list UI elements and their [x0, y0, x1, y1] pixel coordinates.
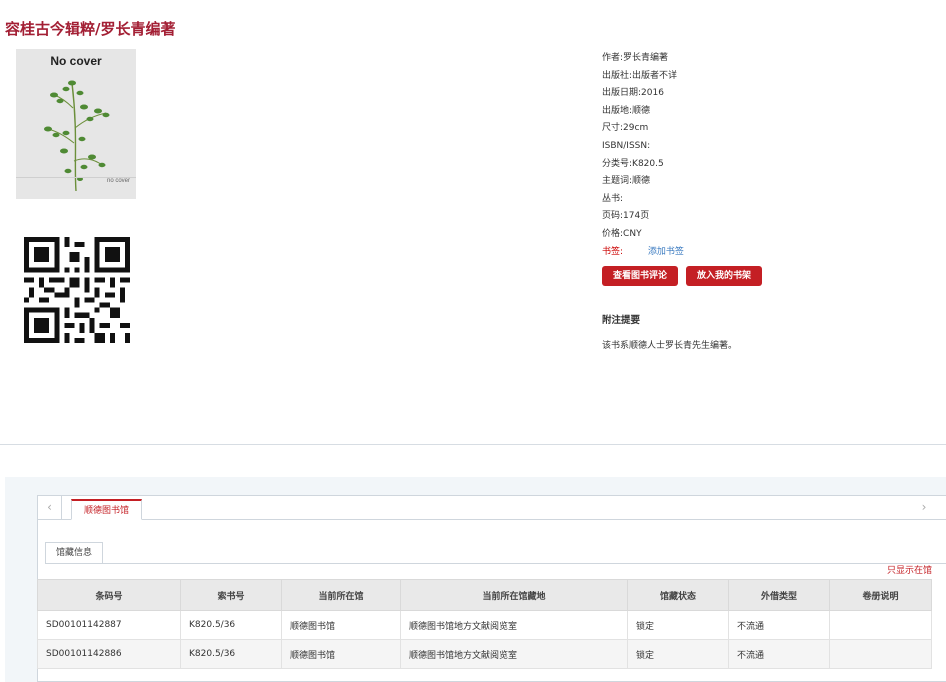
cell-call-number: K820.5/36	[180, 639, 282, 669]
col-barcode: 条码号	[37, 579, 181, 611]
cell-volume-note	[829, 610, 932, 640]
cell-status: 锁定	[627, 639, 729, 669]
tab-shunde-library[interactable]: 顺德图书馆	[71, 499, 143, 520]
holdings-panel: ‹ 顺德图书馆 › 馆藏信息 只显示在馆 条码号 索书号 当前所在馆 当前所在馆…	[37, 495, 946, 682]
bookmark-label: 书签:	[602, 246, 624, 257]
only-show-available-link[interactable]: 只显示在馆	[887, 563, 932, 576]
add-to-shelf-button[interactable]: 放入我的书架	[686, 266, 763, 286]
table-row: SD00101142887 K820.5/36 顺德图书馆 顺德图书馆地方文献阅…	[37, 610, 932, 640]
add-bookmark-link[interactable]: 添加书签	[648, 247, 684, 257]
col-call-number: 索书号	[180, 579, 282, 611]
view-reviews-button[interactable]: 查看图书评论	[602, 266, 679, 286]
col-current-library: 当前所在馆	[281, 579, 401, 611]
cell-call-number: K820.5/36	[180, 610, 282, 640]
cell-library: 顺德图书馆	[281, 610, 401, 640]
cell-location: 顺德图书馆地方文献阅览室	[400, 639, 628, 669]
chevron-right-icon[interactable]: ›	[918, 496, 930, 519]
col-status: 馆藏状态	[627, 579, 729, 611]
action-buttons: 查看图书评论 放入我的书架	[602, 266, 763, 286]
meta-author: 作者:罗长青编著	[602, 53, 669, 63]
section-divider	[0, 444, 946, 445]
meta-pub-date: 出版日期:2016	[602, 88, 664, 99]
cell-status: 锁定	[627, 610, 729, 640]
plant-illustration-icon	[44, 80, 110, 192]
meta-class-number: 分类号:K820.5	[602, 158, 664, 169]
meta-bookmark: 书签: 添加书签	[602, 244, 684, 262]
book-cover: No cover no cover	[16, 49, 136, 199]
meta-pub-place: 出版地:顺德	[602, 105, 651, 116]
table-row: SD00101142886 K820.5/36 顺德图书馆 顺德图书馆地方文献阅…	[37, 639, 932, 669]
cell-loan-type: 不流通	[728, 639, 830, 669]
meta-publisher: 出版社:出版者不详	[602, 70, 678, 81]
meta-price: 价格:CNY	[602, 228, 642, 239]
meta-size: 尺寸:29cm	[602, 123, 649, 134]
book-title: 容桂古今辑粹/罗长青编著	[5, 20, 176, 38]
meta-subject: 主题词:顺德	[602, 176, 651, 187]
col-volume-note: 卷册说明	[829, 579, 932, 611]
cover-bottom-text: no cover	[106, 178, 130, 184]
library-tab-bar: ‹ 顺德图书馆 ›	[38, 496, 946, 520]
note-heading: 附注提要	[602, 315, 641, 326]
cell-barcode: SD00101142886	[37, 639, 181, 669]
col-current-location: 当前所在馆藏地	[400, 579, 628, 611]
col-loan-type: 外借类型	[728, 579, 830, 611]
meta-pages: 页码:174页	[602, 211, 650, 222]
meta-series: 丛书:	[602, 193, 624, 204]
cover-top-text: No cover	[50, 54, 102, 68]
holdings-table: 条码号 索书号 当前所在馆 当前所在馆藏地 馆藏状态 外借类型 卷册说明 SD0…	[37, 579, 932, 669]
meta-isbn: ISBN/ISSN:	[602, 140, 651, 151]
cell-loan-type: 不流通	[728, 610, 830, 640]
cell-barcode: SD00101142887	[37, 610, 181, 640]
chevron-left-icon[interactable]: ‹	[38, 496, 62, 519]
table-header-row: 条码号 索书号 当前所在馆 当前所在馆藏地 馆藏状态 外借类型 卷册说明	[37, 579, 932, 611]
cell-location: 顺德图书馆地方文献阅览室	[400, 610, 628, 640]
cell-volume-note	[829, 639, 932, 669]
cell-library: 顺德图书馆	[281, 639, 401, 669]
qr-code-icon	[24, 237, 130, 343]
book-metadata: 作者:罗长青编著 出版社:出版者不详 出版日期:2016 出版地:顺德 尺寸:2…	[602, 50, 684, 261]
sub-tab-divider	[45, 563, 946, 564]
note-text: 该书系顺德人士罗长青先生编著。	[602, 341, 738, 351]
tab-holdings-info[interactable]: 馆藏信息	[45, 542, 104, 563]
